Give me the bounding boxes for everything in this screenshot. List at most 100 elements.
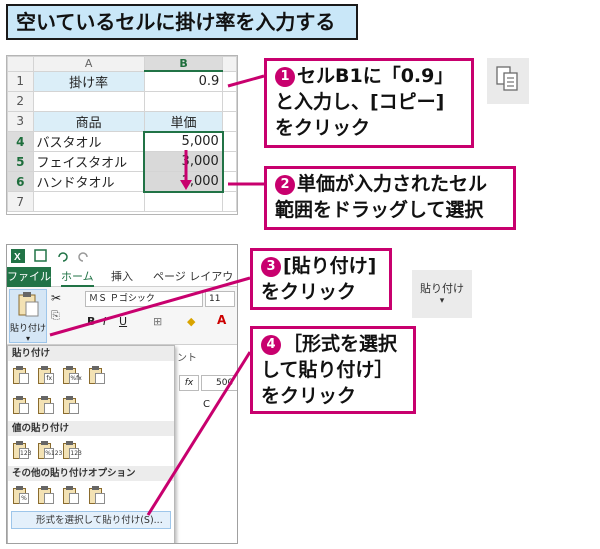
callout-4-line-3: をクリック bbox=[261, 385, 357, 407]
row-header[interactable]: 1 bbox=[7, 70, 34, 92]
callout-step-2: 2 単価が入力されたセル 範囲をドラッグして選択 bbox=[264, 166, 516, 230]
cell-b4[interactable]: 5,000 bbox=[143, 130, 224, 152]
callout-4-line-1: ［形式を選択 bbox=[283, 333, 398, 355]
cell-a3[interactable]: 商品 bbox=[32, 110, 145, 132]
cell-b7[interactable] bbox=[143, 191, 224, 212]
step-1-badge: 1 bbox=[275, 67, 295, 87]
paste-formatting-icon[interactable]: % bbox=[12, 485, 30, 505]
tab-file[interactable]: ファイル bbox=[7, 267, 51, 287]
paste-values-number-format-icon[interactable]: %123 bbox=[37, 440, 62, 460]
cell-b2[interactable] bbox=[143, 90, 224, 112]
row-header[interactable]: 7 bbox=[7, 191, 34, 212]
row-header[interactable]: 3 bbox=[7, 110, 34, 132]
cell-a5[interactable]: フェイスタオル bbox=[32, 151, 145, 172]
font-name-select[interactable]: ＭＳ Ｐゴシック bbox=[85, 291, 203, 307]
row-header[interactable]: 5 bbox=[7, 151, 34, 172]
cell-a4[interactable]: バスタオル bbox=[32, 131, 145, 152]
paste-picture-icon[interactable] bbox=[62, 485, 80, 505]
save-icon bbox=[34, 249, 47, 262]
paste-keep-source-formatting-icon[interactable] bbox=[88, 365, 106, 385]
cell[interactable] bbox=[222, 151, 237, 172]
row-header[interactable]: 2 bbox=[7, 90, 34, 112]
fill-color-icon[interactable]: ◆ bbox=[187, 315, 195, 328]
spreadsheet-grid[interactable]: A B 1 掛け率 0.9 2 3 商品 単価 4 バスタオル 5,000 5 … bbox=[6, 55, 238, 215]
paste-values-source-formatting-icon[interactable]: 123 bbox=[62, 440, 82, 460]
menu-section-paste-values: 値の貼り付け bbox=[8, 421, 174, 436]
cell[interactable] bbox=[222, 90, 237, 112]
ribbon-tabs: ファイル ホーム 挿入 ページ レイアウト bbox=[7, 267, 237, 303]
row-header[interactable]: 6 bbox=[7, 171, 34, 192]
underline-button[interactable]: U bbox=[119, 315, 127, 328]
cell-a6[interactable]: ハンドタオル bbox=[32, 171, 145, 192]
paste-dropdown-menu: 貼り付け fx %fx 値の貼り付け 123 %123 123 その他の貼り付け… bbox=[7, 345, 175, 543]
cell[interactable] bbox=[222, 171, 237, 192]
chevron-down-icon: ▾ bbox=[25, 334, 30, 343]
paste-option-icon[interactable] bbox=[12, 365, 30, 385]
font-size-select[interactable]: 11 bbox=[205, 291, 235, 307]
paste-special-menu-item[interactable]: 形式を選択して貼り付け(S)... bbox=[11, 511, 171, 529]
title-bar: X bbox=[7, 245, 237, 267]
column-header-c[interactable] bbox=[222, 56, 237, 72]
cell-a7[interactable] bbox=[32, 191, 145, 212]
paste-transpose-icon[interactable] bbox=[62, 395, 80, 415]
row-header[interactable]: 4 bbox=[7, 131, 34, 152]
cell-b5[interactable]: 3,000 bbox=[143, 151, 224, 172]
chevron-down-icon: ▾ bbox=[439, 296, 445, 306]
callout-step-1: 1 セルB1に「0.9」 と入力し、[コピー] をクリック bbox=[264, 58, 474, 148]
column-header-c[interactable]: C bbox=[203, 399, 210, 410]
copy-icon bbox=[496, 66, 518, 91]
worksheet-area[interactable]: ント fx 500 C bbox=[175, 345, 237, 543]
paste-linked-picture-icon[interactable] bbox=[88, 485, 106, 505]
step-2-badge: 2 bbox=[275, 175, 295, 195]
paste-formulas-number-format-icon[interactable]: %fx bbox=[62, 365, 82, 385]
cell[interactable] bbox=[222, 70, 237, 92]
svg-text:X: X bbox=[14, 252, 21, 263]
cell-a1[interactable]: 掛け率 bbox=[32, 70, 145, 92]
cell-a2[interactable] bbox=[32, 90, 145, 112]
callout-step-3: 3 [貼り付け] をクリック bbox=[250, 248, 392, 310]
callout-2-line-2: 範囲をドラッグして選択 bbox=[275, 199, 484, 221]
cell-b3[interactable]: 単価 bbox=[143, 110, 224, 132]
paste-icon bbox=[18, 292, 39, 317]
corner-cell[interactable] bbox=[7, 56, 34, 72]
cell-b1[interactable]: 0.9 bbox=[143, 70, 224, 92]
excel-window: X ファイル ホーム 挿入 ページ レイアウト 貼り付け ▾ ✂ ⎘ ＭＳ Ｐゴ… bbox=[6, 244, 238, 544]
insert-function-button[interactable]: fx bbox=[179, 375, 199, 391]
paste-formulas-icon[interactable]: fx bbox=[37, 365, 55, 385]
cell[interactable] bbox=[222, 191, 237, 212]
copy-button[interactable] bbox=[487, 58, 529, 104]
callout-1-line-1: セルB1に「0.9」 bbox=[297, 65, 454, 87]
font-color-icon[interactable]: A bbox=[217, 313, 226, 327]
bold-button[interactable]: B bbox=[87, 315, 95, 328]
paste-keep-column-widths-icon[interactable] bbox=[37, 395, 55, 415]
paste-link-icon[interactable] bbox=[37, 485, 55, 505]
copy-small-icon[interactable]: ⎘ bbox=[51, 309, 60, 323]
paste-button-closeup[interactable]: 貼り付け ▾ bbox=[412, 270, 472, 318]
column-header-a[interactable]: A bbox=[32, 56, 145, 72]
paste-no-borders-icon[interactable] bbox=[12, 395, 30, 415]
callout-4-line-2: して貼り付け］ bbox=[261, 359, 394, 381]
italic-button[interactable]: I bbox=[103, 315, 106, 328]
paste-button[interactable]: 貼り付け ▾ bbox=[9, 289, 47, 343]
callout-2-line-1: 単価が入力されたセル bbox=[297, 173, 488, 195]
step-4-badge: 4 bbox=[261, 335, 281, 355]
cut-icon[interactable]: ✂ bbox=[51, 291, 61, 305]
tab-page-layout[interactable]: ページ レイアウト bbox=[153, 267, 237, 303]
tab-home[interactable]: ホーム bbox=[61, 267, 94, 287]
column-partial-label: ント bbox=[177, 353, 197, 364]
callout-1-line-2: と入力し、[コピー] bbox=[275, 91, 445, 113]
tab-insert[interactable]: 挿入 bbox=[111, 267, 133, 287]
cell[interactable] bbox=[222, 110, 237, 132]
redo-icon bbox=[78, 252, 88, 262]
callout-1-line-3: をクリック bbox=[275, 117, 371, 139]
cell[interactable] bbox=[222, 131, 237, 152]
step-3-badge: 3 bbox=[261, 257, 281, 277]
undo-icon bbox=[58, 252, 68, 262]
paste-values-icon[interactable]: 123 bbox=[12, 440, 31, 460]
callout-3-line-1: [貼り付け] bbox=[283, 255, 377, 277]
formula-bar[interactable]: 500 bbox=[201, 375, 237, 391]
border-icon[interactable]: ⊞ bbox=[153, 315, 162, 328]
callout-3-line-2: をクリック bbox=[261, 281, 357, 303]
cell-b6[interactable]: 1,000 bbox=[143, 171, 224, 193]
column-header-b[interactable]: B bbox=[143, 56, 224, 72]
